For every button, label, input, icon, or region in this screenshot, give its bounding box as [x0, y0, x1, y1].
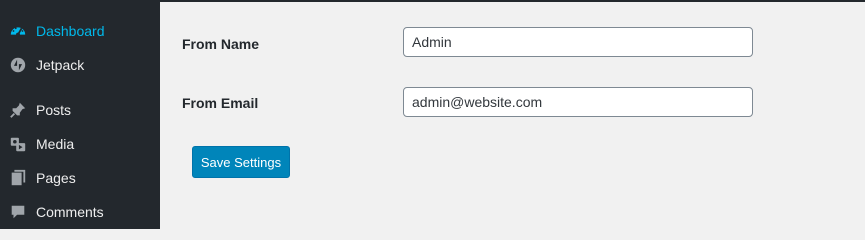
pushpin-icon — [8, 100, 28, 120]
sidebar-item-label: Comments — [36, 204, 104, 220]
sidebar-item-posts[interactable]: Posts — [0, 93, 160, 127]
sidebar-item-label: Media — [36, 136, 75, 152]
sidebar-item-pages[interactable]: Pages — [0, 161, 160, 195]
media-icon — [8, 134, 28, 154]
sidebar-item-label: Jetpack — [36, 57, 85, 73]
from-name-label: From Name — [182, 36, 260, 52]
dashboard-icon — [8, 21, 28, 41]
save-settings-button[interactable]: Save Settings — [192, 146, 290, 178]
sidebar-item-label: Pages — [36, 170, 76, 186]
from-name-input[interactable] — [403, 27, 753, 57]
sidebar-item-dashboard[interactable]: Dashboard — [0, 14, 160, 48]
pages-icon — [8, 168, 28, 188]
comment-icon — [8, 202, 28, 222]
from-email-label: From Email — [182, 95, 259, 111]
settings-form: From Name From Email Save Settings — [160, 2, 865, 229]
sidebar-item-jetpack[interactable]: Jetpack — [0, 48, 160, 82]
jetpack-icon — [8, 55, 28, 75]
sidebar-item-media[interactable]: Media — [0, 127, 160, 161]
admin-sidebar: Dashboard Jetpack Posts Media Pages Comm… — [0, 0, 160, 229]
from-email-input[interactable] — [403, 87, 753, 117]
sidebar-item-comments[interactable]: Comments — [0, 195, 160, 229]
sidebar-item-label: Posts — [36, 102, 72, 118]
sidebar-item-label: Dashboard — [36, 23, 105, 39]
